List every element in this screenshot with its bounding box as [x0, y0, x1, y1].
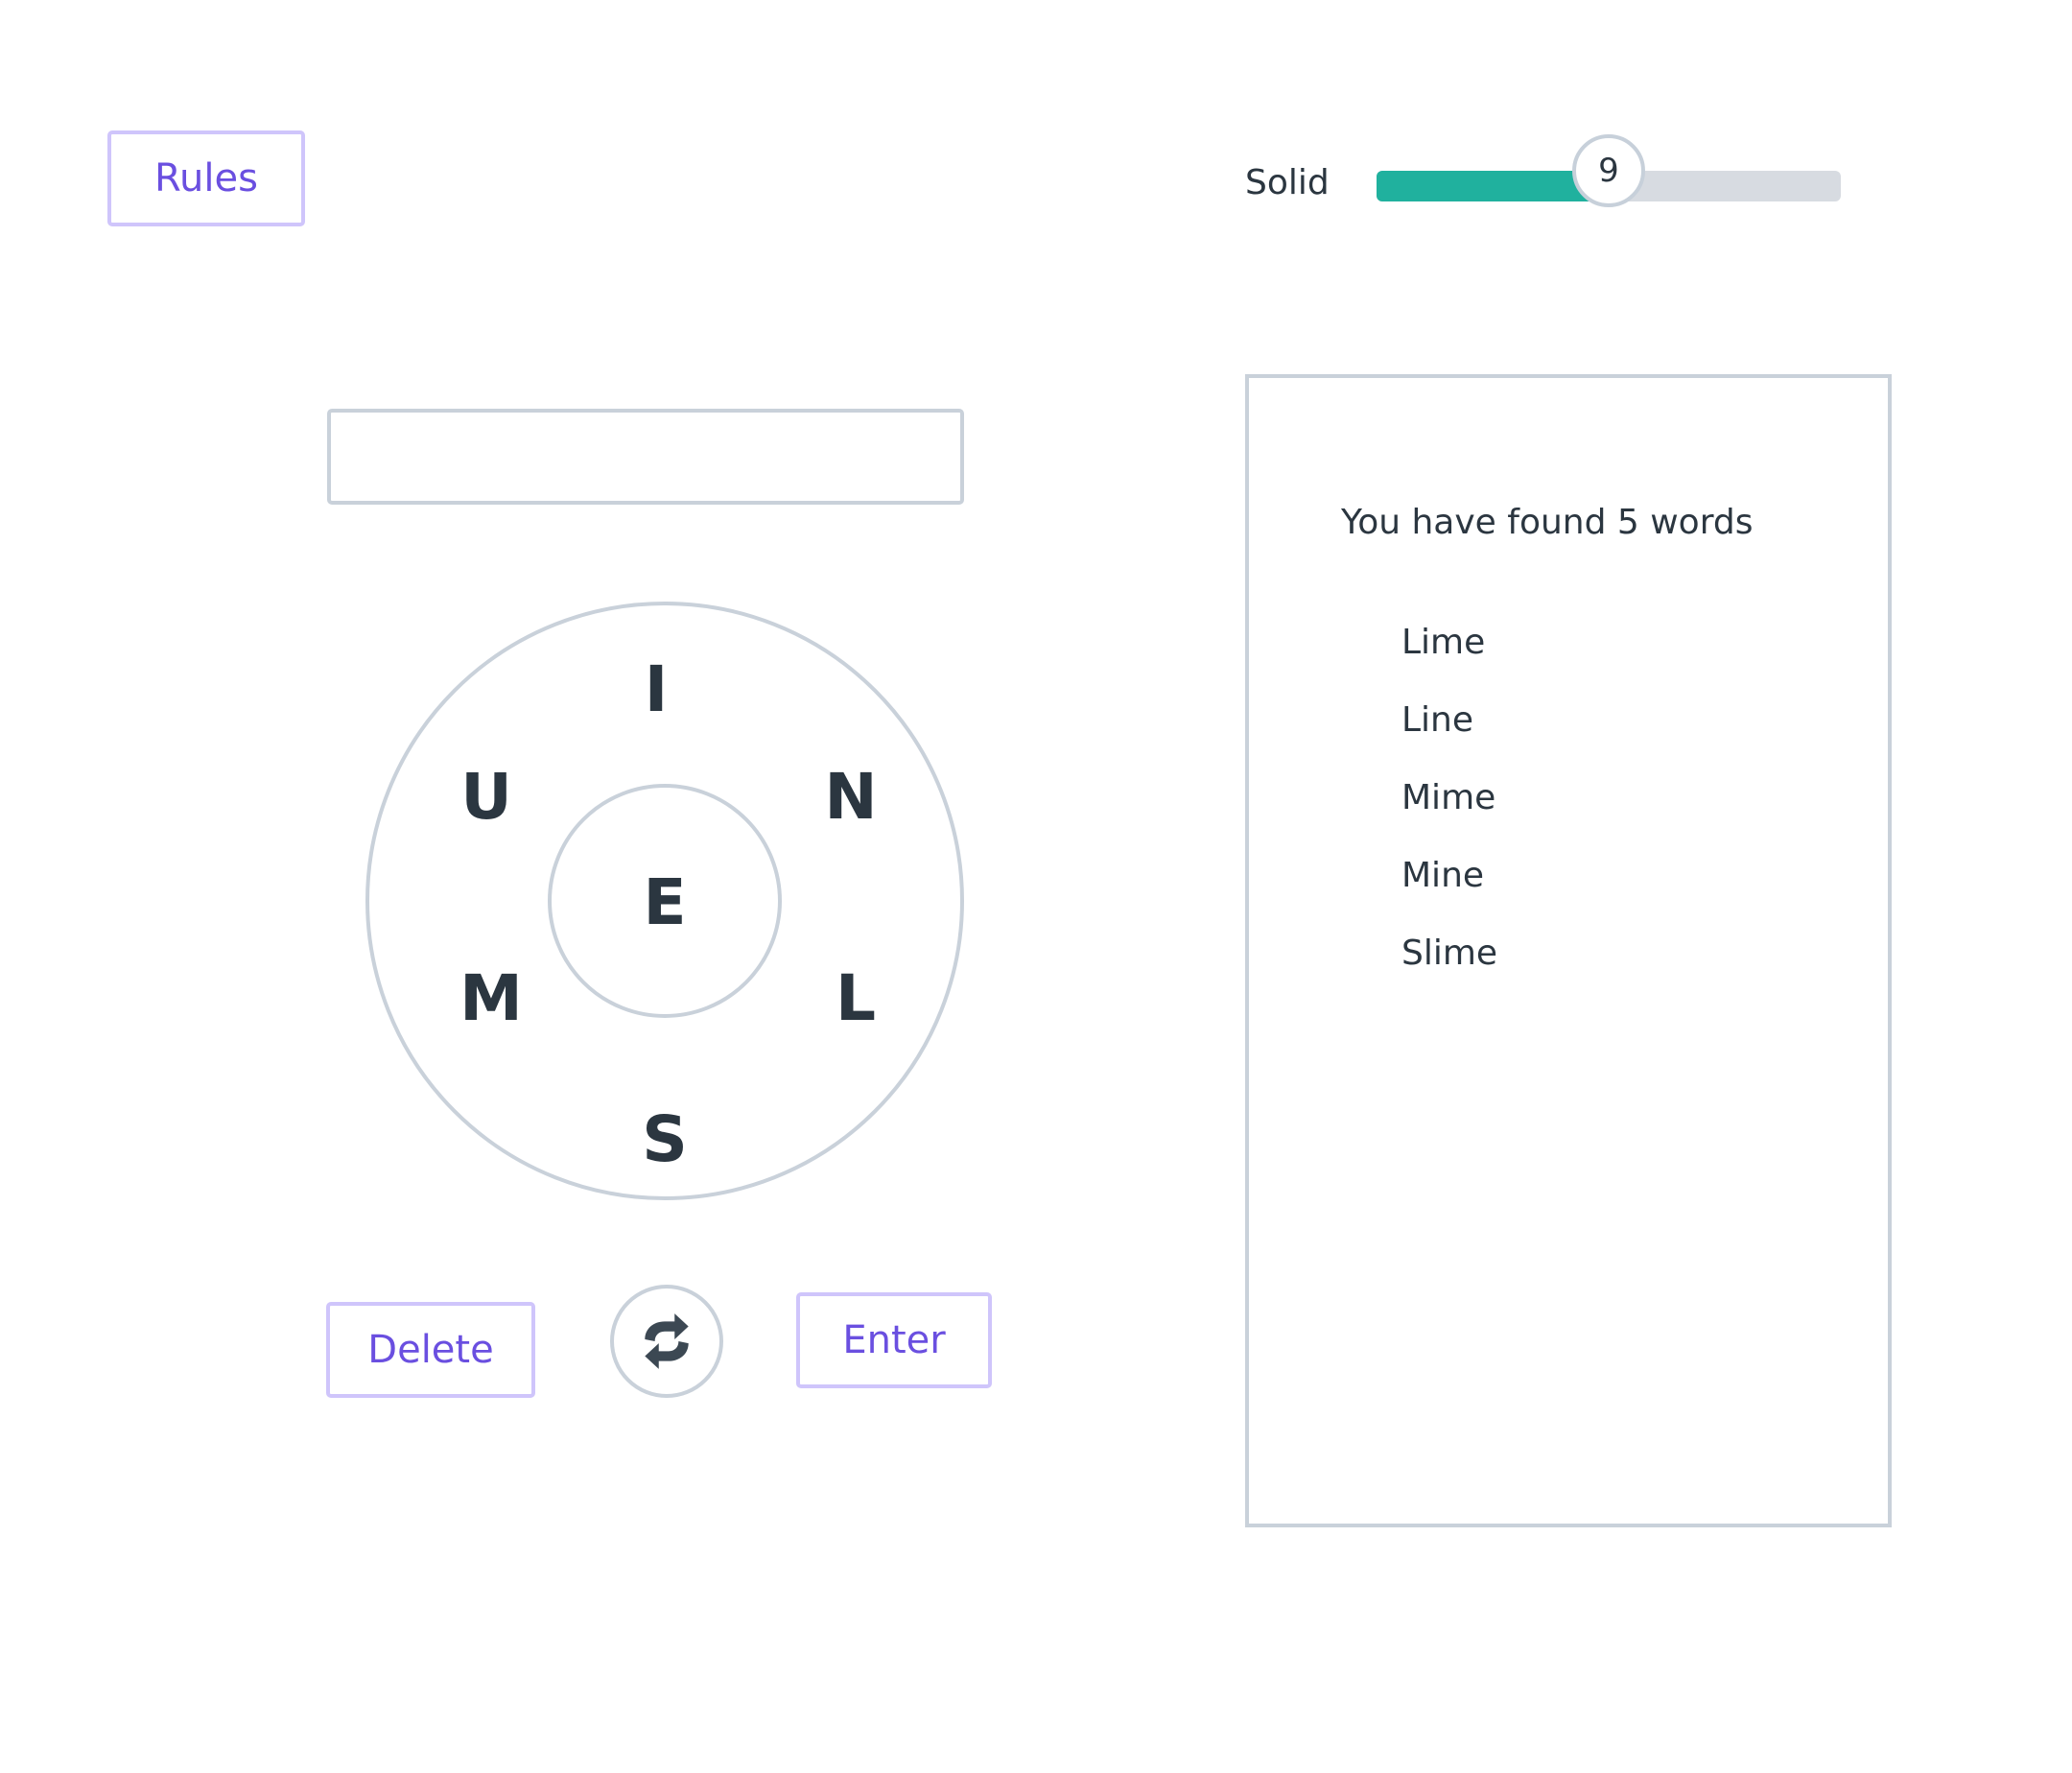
found-words-title: You have found 5 words — [1341, 503, 1754, 542]
letter-tile-center[interactable]: E — [617, 854, 713, 950]
enter-button[interactable]: Enter — [796, 1292, 992, 1388]
found-word-item: Mine — [1401, 856, 1485, 895]
delete-button[interactable]: Delete — [326, 1302, 535, 1398]
letter-tile-bottom[interactable]: S — [617, 1091, 713, 1187]
found-word-item: Line — [1401, 700, 1474, 740]
letter-tile-lower-right[interactable]: L — [808, 950, 904, 1046]
letter-tile-lower-left[interactable]: M — [443, 950, 539, 1046]
shuffle-button[interactable] — [610, 1285, 723, 1398]
score-indicator: 9 — [1572, 134, 1645, 207]
found-words-list: Lime Line Mime Mine Slime — [1401, 619, 1497, 1007]
letter-tile-top[interactable]: I — [608, 641, 704, 737]
found-word-item: Lime — [1401, 623, 1486, 662]
found-word-item: Slime — [1401, 934, 1498, 973]
found-word-item: Mime — [1401, 778, 1496, 817]
rank-label: Solid — [1245, 163, 1330, 202]
letter-tile-upper-right[interactable]: N — [803, 748, 899, 844]
progress-bar: 9 — [1377, 134, 1841, 207]
found-words-panel — [1245, 374, 1892, 1527]
rules-button[interactable]: Rules — [107, 130, 305, 226]
letter-tile-upper-left[interactable]: U — [438, 748, 534, 844]
word-input[interactable] — [327, 409, 964, 505]
shuffle-icon — [645, 1313, 689, 1369]
